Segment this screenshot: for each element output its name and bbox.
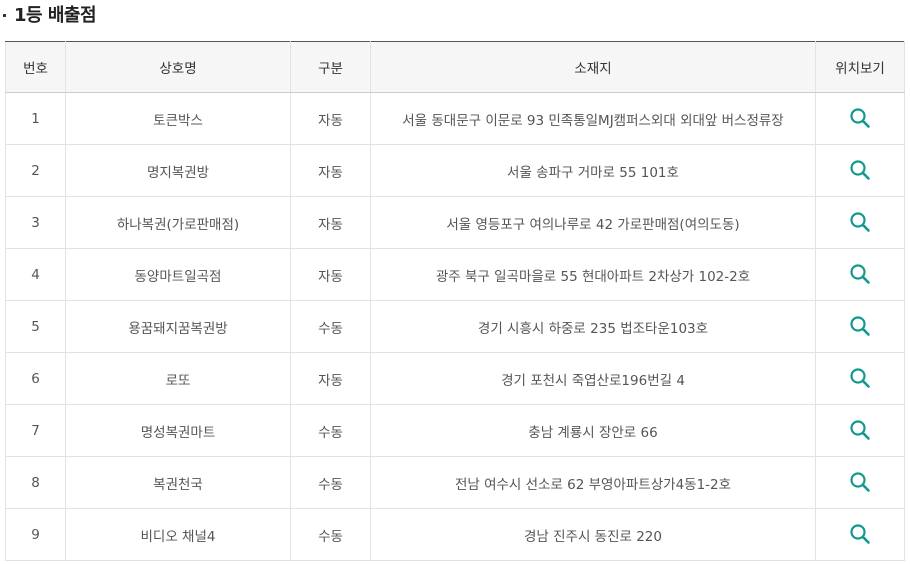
cell-location	[815, 144, 905, 197]
view-location-button[interactable]	[846, 312, 874, 340]
cell-location	[815, 300, 905, 353]
header-type: 구분	[290, 41, 371, 93]
cell-store-name: 비디오 채널4	[65, 508, 291, 561]
cell-type: 자동	[290, 248, 371, 301]
winning-stores-table: 번호 상호명 구분 소재지 위치보기 1 토큰박스 자동 서울 동대문구 이문로 93…	[5, 41, 905, 561]
table-row: 7 명성복권마트 수동 충남 계룡시 장안로 66	[5, 404, 905, 457]
cell-no: 6	[5, 352, 66, 405]
table-row: 9 비디오 채널4 수동 경남 진주시 동진로 220	[5, 508, 905, 561]
cell-store-name: 하나복권(가로판매점)	[65, 196, 291, 249]
section-title: 1등 배출점	[3, 1, 97, 27]
cell-no: 9	[5, 508, 66, 561]
cell-type: 수동	[290, 456, 371, 509]
cell-location	[815, 352, 905, 405]
table-row: 1 토큰박스 자동 서울 동대문구 이문로 93 민족통일MJ캠퍼스외대 외대앞 버스…	[5, 92, 905, 145]
table-body: 1 토큰박스 자동 서울 동대문구 이문로 93 민족통일MJ캠퍼스외대 외대앞 버스…	[5, 92, 905, 561]
view-location-button[interactable]	[846, 468, 874, 496]
search-icon	[850, 420, 870, 440]
table-row: 8 복권천국 수동 전남 여수시 선소로 62 부영아파트상가4동1-2호	[5, 456, 905, 509]
cell-address: 경기 포천시 죽엽산로196번길 4	[370, 352, 816, 405]
search-icon	[850, 368, 870, 388]
cell-address: 서울 송파구 거마로 55 101호	[370, 144, 816, 197]
cell-location	[815, 248, 905, 301]
header-location: 위치보기	[815, 41, 905, 93]
header-no: 번호	[5, 41, 66, 93]
search-icon	[850, 212, 870, 232]
table-row: 6 로또 자동 경기 포천시 죽엽산로196번길 4	[5, 352, 905, 405]
search-icon	[850, 472, 870, 492]
cell-type: 자동	[290, 352, 371, 405]
cell-location	[815, 92, 905, 145]
search-icon	[850, 108, 870, 128]
cell-store-name: 동양마트일곡점	[65, 248, 291, 301]
cell-address: 전남 여수시 선소로 62 부영아파트상가4동1-2호	[370, 456, 816, 509]
search-icon	[850, 316, 870, 336]
cell-no: 8	[5, 456, 66, 509]
search-icon	[850, 264, 870, 284]
table-row: 5 용꿈돼지꿈복권방 수동 경기 시흥시 하중로 235 법조타운103호	[5, 300, 905, 353]
header-address: 소재지	[370, 41, 816, 93]
cell-type: 자동	[290, 92, 371, 145]
view-location-button[interactable]	[846, 416, 874, 444]
cell-location	[815, 196, 905, 249]
cell-no: 7	[5, 404, 66, 457]
table-row: 3 하나복권(가로판매점) 자동 서울 영등포구 여의나루로 42 가로판매점(여의도…	[5, 196, 905, 249]
cell-type: 자동	[290, 144, 371, 197]
header-name: 상호명	[65, 41, 291, 93]
table-row: 4 동양마트일곡점 자동 광주 북구 일곡마을로 55 현대아파트 2차상가 102-…	[5, 248, 905, 301]
view-location-button[interactable]	[846, 104, 874, 132]
cell-type: 수동	[290, 300, 371, 353]
cell-store-name: 토큰박스	[65, 92, 291, 145]
cell-store-name: 명지복권방	[65, 144, 291, 197]
cell-location	[815, 508, 905, 561]
cell-location	[815, 456, 905, 509]
view-location-button[interactable]	[846, 260, 874, 288]
cell-location	[815, 404, 905, 457]
view-location-button[interactable]	[846, 208, 874, 236]
cell-no: 4	[5, 248, 66, 301]
cell-store-name: 로또	[65, 352, 291, 405]
cell-store-name: 명성복권마트	[65, 404, 291, 457]
cell-no: 3	[5, 196, 66, 249]
cell-address: 경남 진주시 동진로 220	[370, 508, 816, 561]
cell-type: 자동	[290, 196, 371, 249]
cell-address: 충남 계룡시 장안로 66	[370, 404, 816, 457]
cell-address: 경기 시흥시 하중로 235 법조타운103호	[370, 300, 816, 353]
view-location-button[interactable]	[846, 364, 874, 392]
cell-no: 1	[5, 92, 66, 145]
table-header-row: 번호 상호명 구분 소재지 위치보기	[5, 41, 905, 93]
search-icon	[850, 524, 870, 544]
cell-type: 수동	[290, 404, 371, 457]
cell-type: 수동	[290, 508, 371, 561]
cell-store-name: 용꿈돼지꿈복권방	[65, 300, 291, 353]
cell-store-name: 복권천국	[65, 456, 291, 509]
search-icon	[850, 160, 870, 180]
section-title-text: 1등 배출점	[14, 5, 97, 26]
view-location-button[interactable]	[846, 156, 874, 184]
cell-address: 서울 영등포구 여의나루로 42 가로판매점(여의도동)	[370, 196, 816, 249]
cell-no: 2	[5, 144, 66, 197]
cell-address: 서울 동대문구 이문로 93 민족통일MJ캠퍼스외대 외대앞 버스정류장	[370, 92, 816, 145]
table-header: 번호 상호명 구분 소재지 위치보기	[5, 41, 905, 93]
cell-address: 광주 북구 일곡마을로 55 현대아파트 2차상가 102-2호	[370, 248, 816, 301]
view-location-button[interactable]	[846, 520, 874, 548]
cell-no: 5	[5, 300, 66, 353]
bullet-icon	[3, 13, 6, 17]
table-row: 2 명지복권방 자동 서울 송파구 거마로 55 101호	[5, 144, 905, 197]
